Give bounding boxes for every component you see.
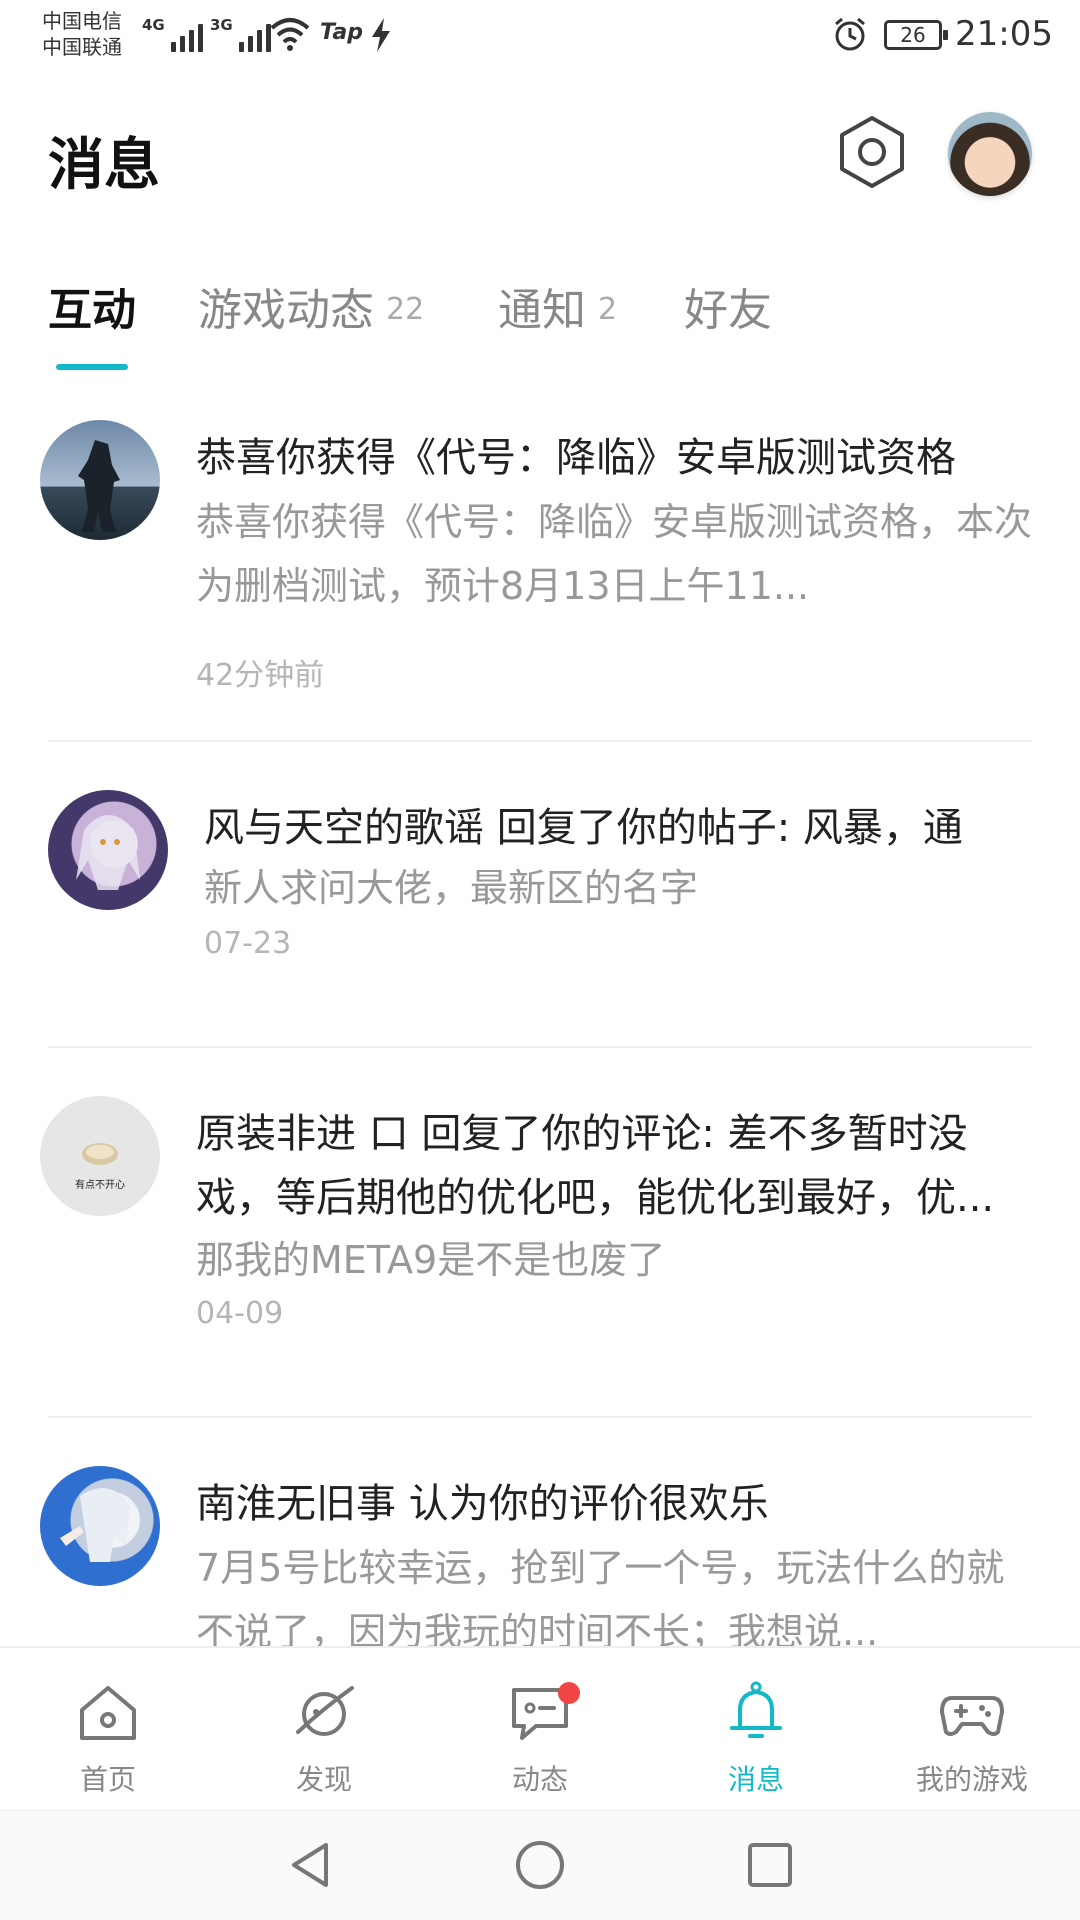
avatar[interactable]: 有点不开心 <box>40 1096 160 1216</box>
alarm-icon <box>835 17 865 51</box>
status-time: 21:05 <box>955 14 1053 54</box>
message-body: 新人求问大佬，最新区的名字 <box>204 866 699 910</box>
status-bar: 中国电信 中国联通 4G 3G Tap 26 21:05 <box>0 0 1080 78</box>
avatar[interactable] <box>48 790 168 910</box>
system-nav-bar <box>0 1810 1080 1920</box>
back-icon[interactable] <box>284 1839 336 1891</box>
message-title: 南淮无旧事 认为你的评价很欢乐 <box>196 1481 769 1527</box>
nav-discover[interactable]: 发现 <box>216 1648 432 1812</box>
nav-home[interactable]: 首页 <box>0 1648 216 1812</box>
message-time: 07-23 <box>204 926 292 961</box>
bell-icon <box>730 1681 782 1738</box>
tab-notifications[interactable]: 通知 2 <box>498 274 617 338</box>
message-title: 原装非进 口 回复了你的评论: 差不多暂时没戏，等后期他的优化吧，能优化到最好，… <box>196 1111 995 1221</box>
planet-icon <box>296 1686 354 1736</box>
tab-count: 22 <box>386 292 425 327</box>
message-body: 恭喜你获得《代号：降临》安卓版测试资格，本次为删档测试，预计8月13日上午11.… <box>196 500 1033 608</box>
divider <box>48 740 1032 742</box>
list-item[interactable]: 恭喜你获得《代号：降临》安卓版测试资格 恭喜你获得《代号：降临》安卓版测试资格，… <box>0 400 1080 740</box>
nav-feed[interactable]: 动态 <box>432 1648 648 1812</box>
battery-indicator: 26 <box>884 20 948 50</box>
message-time: 04-09 <box>196 1296 284 1331</box>
home-circle-icon[interactable] <box>514 1839 566 1891</box>
carrier-1: 中国电信 <box>42 9 122 33</box>
tab-count: 2 <box>598 292 618 327</box>
hexagon-settings-icon[interactable] <box>832 112 912 192</box>
recents-icon[interactable] <box>744 1839 796 1891</box>
list-item[interactable]: 南淮无旧事 认为你的评价很欢乐 7月5号比较幸运，抢到了一个号，玩法什么的就不说… <box>0 1446 1080 1646</box>
message-body: 7月5号比较幸运，抢到了一个号，玩法什么的就不说了，因为我玩的时间不长；我想说.… <box>196 1546 1005 1646</box>
list-item[interactable]: 有点不开心 原装非进 口 回复了你的评论: 差不多暂时没戏，等后期他的优化吧，能… <box>0 1076 1080 1416</box>
nav-my-games[interactable]: 我的游戏 <box>864 1648 1080 1812</box>
carrier-labels: 中国电信 中国联通 <box>42 8 122 60</box>
message-list[interactable]: 恭喜你获得《代号：降临》安卓版测试资格 恭喜你获得《代号：降临》安卓版测试资格，… <box>0 400 1080 1646</box>
gamepad-icon <box>940 1696 1004 1736</box>
tab-game-updates[interactable]: 游戏动态 22 <box>198 274 424 338</box>
list-item[interactable]: 风与天空的歌谣 回复了你的帖子: 风暴，通 新人求问大佬，最新区的名字 07-2… <box>0 770 1080 1046</box>
page-header: 消息 <box>0 90 1080 220</box>
home-icon <box>80 1686 136 1740</box>
divider <box>48 1416 1032 1418</box>
notification-badge <box>558 1682 580 1704</box>
carrier-2: 中国联通 <box>42 35 122 59</box>
bottom-nav: 首页 发现 动态 消息 我的游戏 <box>0 1646 1080 1810</box>
active-tab-indicator <box>56 364 128 370</box>
user-avatar[interactable] <box>948 112 1032 196</box>
avatar-caption: 有点不开心 <box>75 1178 125 1191</box>
tap-app-icon: Tap <box>320 20 363 45</box>
avatar[interactable] <box>40 1466 160 1586</box>
message-time: 42分钟前 <box>196 658 325 693</box>
avatar[interactable] <box>40 420 160 540</box>
message-title: 恭喜你获得《代号：降临》安卓版测试资格 <box>196 435 956 481</box>
message-body: 那我的META9是不是也废了 <box>196 1238 666 1282</box>
tab-interaction[interactable]: 互动 <box>48 274 136 338</box>
charging-icon <box>372 18 390 52</box>
message-tabs: 互动 游戏动态 22 通知 2 好友 <box>0 268 1080 378</box>
page-title: 消息 <box>48 133 160 198</box>
screen: 中国电信 中国联通 4G 3G Tap 26 21:05 消息 互动 游戏动态 … <box>0 0 1080 1920</box>
tab-friends[interactable]: 好友 <box>684 274 772 338</box>
signal-4g-icon: 4G <box>142 16 203 52</box>
wifi-icon <box>270 18 310 51</box>
nav-messages[interactable]: 消息 <box>648 1648 864 1812</box>
signal-3g-icon: 3G <box>210 16 271 52</box>
divider <box>48 1046 1032 1048</box>
message-title: 风与天空的歌谣 回复了你的帖子: 风暴，通 <box>204 805 963 851</box>
